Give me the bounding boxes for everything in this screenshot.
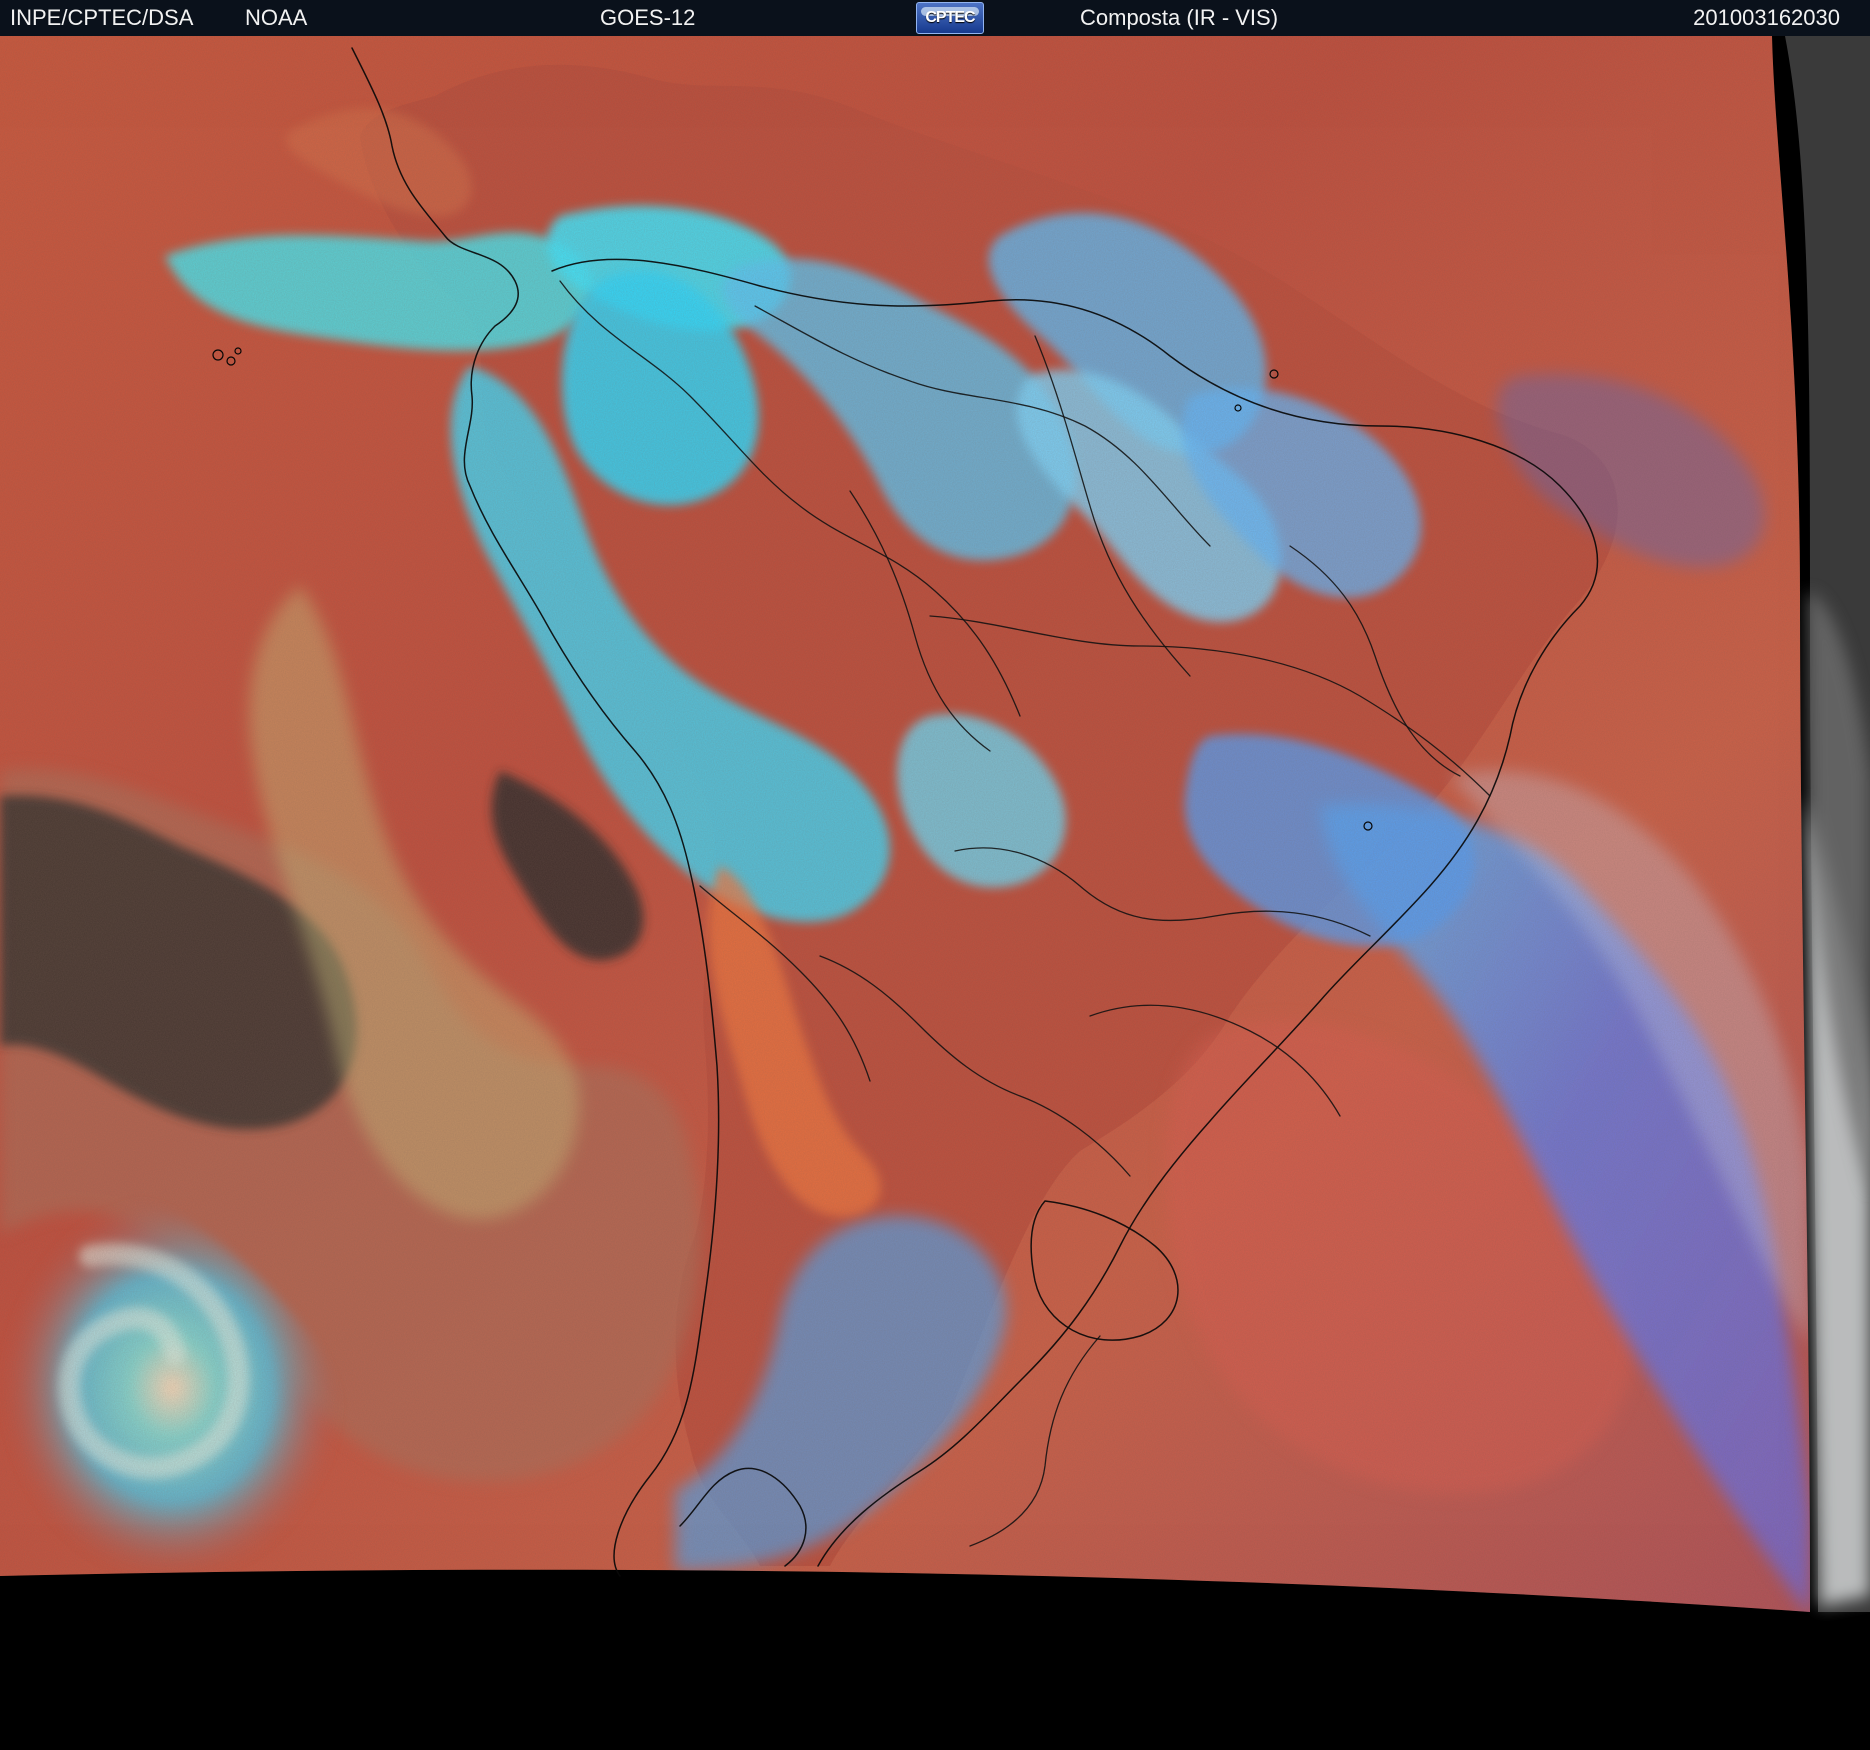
logo-text: CPTEC	[925, 9, 975, 26]
satellite-composite-image	[0, 36, 1870, 1750]
satellite-header: INPE/CPTEC/DSA NOAA GOES-12 CPTEC Compos…	[0, 0, 1870, 36]
fine-speckle-texture	[0, 36, 1810, 1612]
satellite-image-svg	[0, 36, 1870, 1750]
false-color-composite	[0, 36, 1810, 1612]
satellite-label: GOES-12	[600, 5, 696, 30]
product-label: Composta (IR - VIS)	[1080, 5, 1279, 30]
agency-label: NOAA	[245, 5, 308, 30]
source-label: INPE/CPTEC/DSA	[10, 5, 194, 30]
cptec-logo-icon: CPTEC	[916, 2, 984, 34]
timestamp-label: 201003162030	[1693, 5, 1840, 30]
